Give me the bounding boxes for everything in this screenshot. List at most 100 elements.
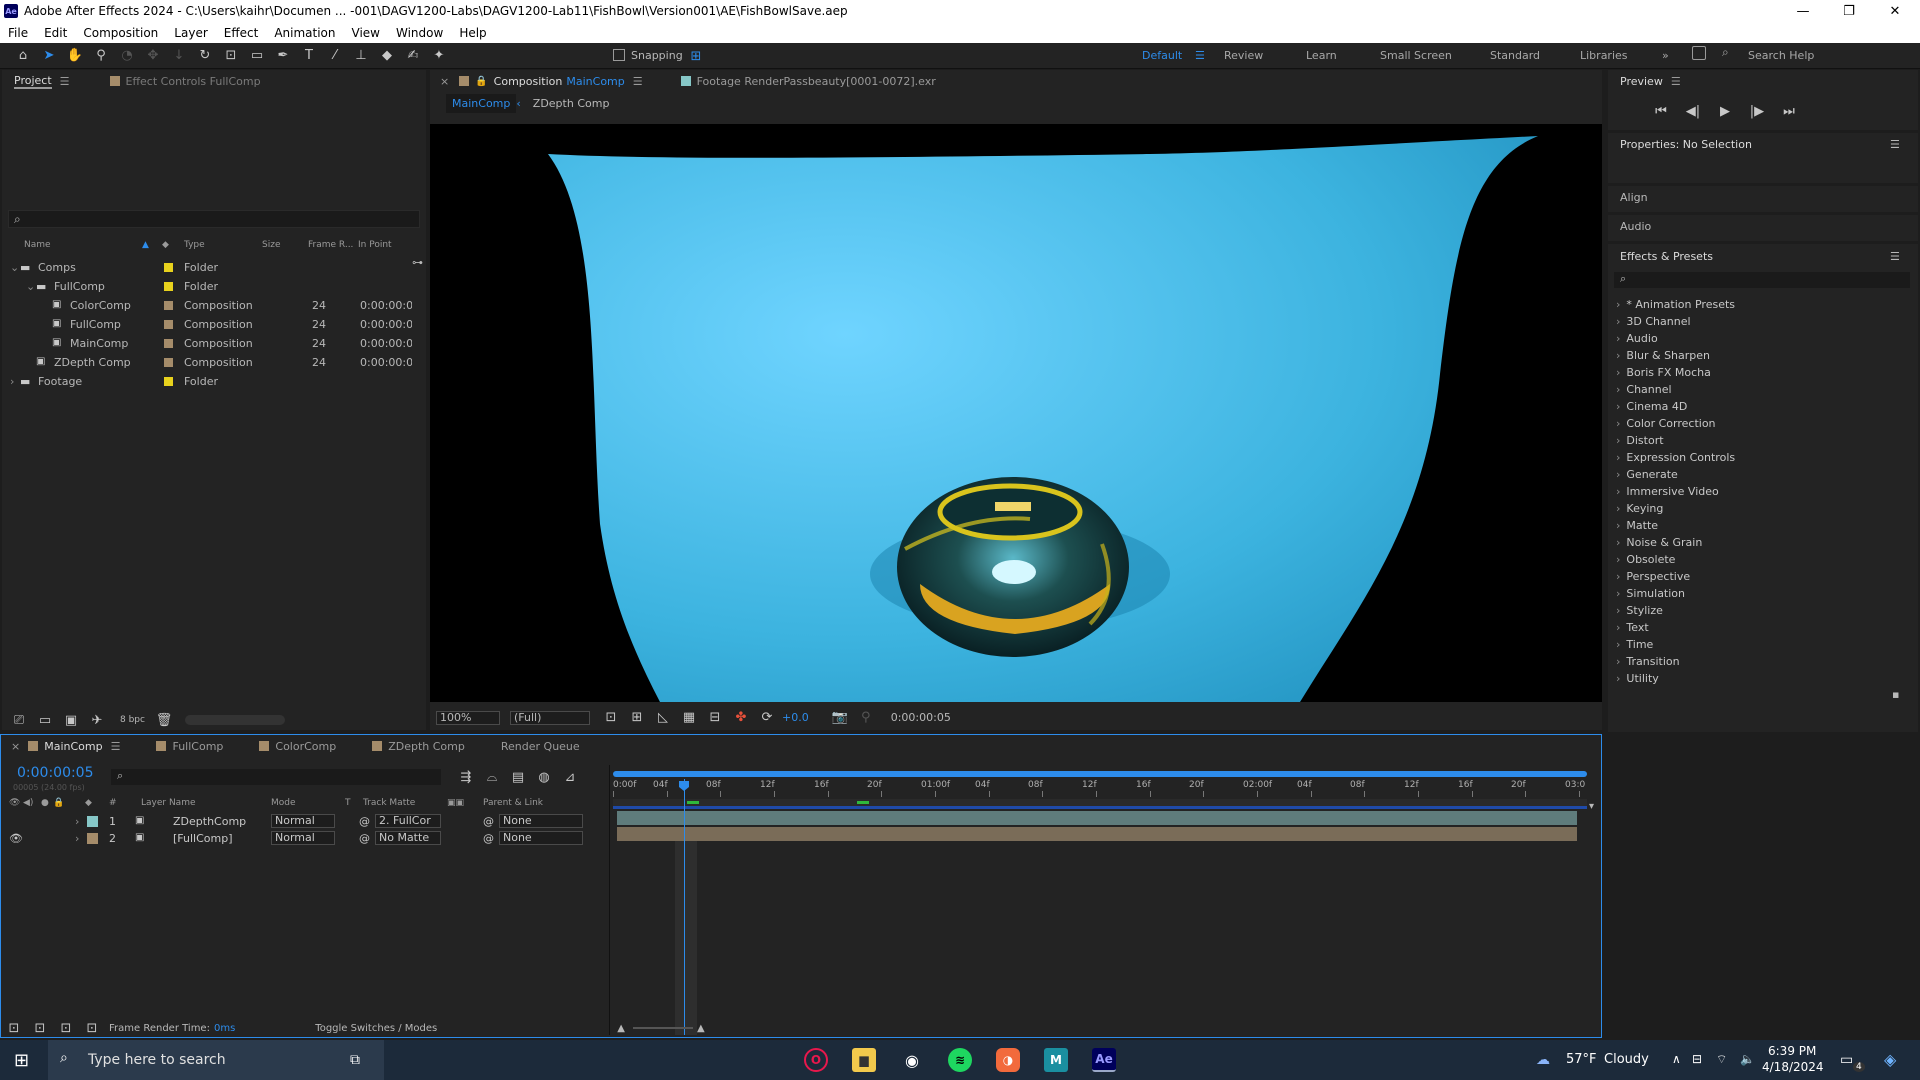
preview-menu-icon[interactable]: ☰ (1671, 75, 1681, 88)
last-frame-icon[interactable]: ⏭ (1776, 100, 1802, 122)
comp-marker-icon[interactable]: ▾ (1589, 801, 1594, 812)
col-frame-rate[interactable]: Frame R... (308, 240, 353, 250)
exposure-value[interactable]: +0.0 (782, 711, 809, 724)
workspace-default[interactable]: Default (1142, 49, 1182, 62)
viewer-timecode[interactable]: 0:00:00:05 (891, 711, 951, 724)
workspace-more-icon[interactable]: » (1662, 49, 1669, 62)
effects-category[interactable]: Time (1616, 638, 1653, 651)
menu-edit[interactable]: Edit (36, 26, 75, 40)
zoom-tool-icon[interactable]: ⚲ (88, 45, 114, 67)
parent-dropdown[interactable]: None (499, 814, 583, 828)
tab-effect-controls[interactable]: Effect Controls FullComp (126, 75, 261, 88)
graph-editor-icon[interactable]: ⊿ (557, 766, 583, 788)
search-help-input[interactable]: Search Help (1748, 49, 1814, 62)
transfer-controls-icon[interactable]: ⊡ (27, 1017, 53, 1039)
show-hidden-icons[interactable]: ∧ (1672, 1052, 1681, 1066)
fast-preview-icon[interactable]: ⊟ (702, 706, 728, 728)
parent-dropdown[interactable]: None (499, 831, 583, 845)
comp-flowchart-icon[interactable]: ⇶ (453, 766, 479, 788)
zoom-out-icon[interactable]: ▲ (617, 1023, 625, 1034)
menu-composition[interactable]: Composition (75, 26, 166, 40)
col-size[interactable]: Size (262, 240, 280, 250)
time-ruler[interactable]: 0:00f 04f 08f 12f 16f 20f 01:00f 04f 08f 12f 16f 20… (613, 777, 1587, 797)
render-time-icon[interactable]: ⊡ (79, 1017, 105, 1039)
project-item[interactable]: ▣ FullComp Composition 24 0:00:00:0 (2, 315, 422, 334)
motion-blur-icon[interactable]: ◍ (531, 766, 557, 788)
network-icon[interactable]: ⊟ (1692, 1052, 1702, 1066)
new-preset-icon[interactable]: ▪ (1892, 688, 1899, 701)
region-of-interest-icon[interactable]: ⊡ (598, 706, 624, 728)
workspace-review[interactable]: Review (1224, 49, 1263, 62)
layer-bar-fullcomp[interactable] (617, 827, 1577, 841)
blend-mode-dropdown[interactable]: Normal (271, 831, 335, 845)
menu-help[interactable]: Help (451, 26, 494, 40)
anchor-tool-icon[interactable]: ⊡ (218, 45, 244, 67)
in-out-icon[interactable]: ⊡ (53, 1017, 79, 1039)
lock-column-icon[interactable]: 🔒 (53, 798, 64, 808)
timeline-tab[interactable]: MainComp ☰ (28, 740, 120, 753)
dolly-tool-icon[interactable]: ↓ (166, 45, 192, 67)
layer-name[interactable]: [FullComp] (173, 832, 233, 845)
col-layer-name[interactable]: Layer Name (141, 798, 196, 808)
prev-frame-icon[interactable]: ◀| (1680, 100, 1706, 122)
layer-label-swatch[interactable] (87, 816, 98, 827)
effects-category[interactable]: Transition (1616, 655, 1679, 668)
solo-icon[interactable]: ● (41, 798, 49, 808)
spotify-icon[interactable]: ≋ (948, 1048, 972, 1072)
clone-stamp-tool-icon[interactable]: ⊥ (348, 45, 374, 67)
project-item[interactable]: ⌄ ▬ FullComp Folder (2, 277, 422, 296)
project-search-input[interactable]: ⌕ (8, 210, 420, 228)
snapshot-icon[interactable]: 📷 (827, 706, 853, 728)
shy-layers-icon[interactable]: ⌓ (479, 766, 505, 788)
align-panel[interactable]: Align (1608, 186, 1918, 212)
label-swatch[interactable] (164, 358, 173, 367)
track-matte-dropdown[interactable]: 2. FullCor (375, 814, 441, 828)
project-item[interactable]: ▣ MainComp Composition 24 0:00:00:0 (2, 334, 422, 353)
effects-category[interactable]: Stylize (1616, 604, 1662, 617)
task-view-icon[interactable]: ⧉ (350, 1052, 360, 1068)
wifi-icon[interactable]: ⌔ (1716, 1052, 1727, 1067)
layer-name[interactable]: ZDepthComp (173, 815, 246, 828)
effects-category[interactable]: Simulation (1616, 587, 1685, 600)
menu-window[interactable]: Window (388, 26, 451, 40)
timeline-tab[interactable]: ColorComp (259, 740, 336, 753)
flowchart-icon[interactable]: ⊶ (412, 256, 423, 269)
chevron-down-icon[interactable]: ⌄ (26, 280, 35, 293)
maya-icon[interactable]: M (1044, 1048, 1068, 1072)
type-tool-icon[interactable]: T (296, 45, 322, 67)
work-area[interactable] (613, 799, 1587, 809)
parent-pickwhip-icon[interactable]: @ (483, 815, 494, 828)
timeline-zoom-slider[interactable] (632, 1027, 693, 1029)
effects-category[interactable]: Keying (1616, 502, 1663, 515)
hand-tool-icon[interactable]: ✋ (62, 45, 88, 67)
video-switch-icon[interactable]: 👁 (9, 798, 20, 808)
rotate-tool-icon[interactable]: ↻ (192, 45, 218, 67)
comp-viewer[interactable] (430, 124, 1602, 702)
col-mode[interactable]: Mode (271, 798, 296, 808)
effects-category[interactable]: Noise & Grain (1616, 536, 1702, 549)
adjust-icon[interactable]: ✈ (84, 709, 110, 731)
workspace-panel-icon[interactable] (1692, 46, 1706, 60)
color-channel-icon[interactable]: ✤ (728, 706, 754, 728)
new-folder-icon[interactable]: ▭ (32, 709, 58, 731)
workspace-libraries[interactable]: Libraries (1580, 49, 1628, 62)
toggle-switches-modes[interactable]: Toggle Switches / Modes (315, 1023, 437, 1034)
chevron-right-icon[interactable]: › (10, 375, 14, 388)
blend-mode-dropdown[interactable]: Normal (271, 814, 335, 828)
matte-pickwhip-icon[interactable]: @ (359, 815, 370, 828)
notification-icon[interactable]: ▭ (1840, 1052, 1853, 1068)
zoom-in-icon[interactable]: ▲ (697, 1023, 705, 1034)
volume-icon[interactable]: 🔈 (1740, 1052, 1755, 1066)
steam-icon[interactable]: ◉ (900, 1048, 924, 1072)
after-effects-taskbar-icon[interactable]: Ae (1092, 1048, 1116, 1072)
effects-category[interactable]: 3D Channel (1616, 315, 1690, 328)
audio-panel[interactable]: Audio (1608, 215, 1918, 241)
effects-category[interactable]: Matte (1616, 519, 1658, 532)
workspace-menu-icon[interactable]: ☰ (1195, 49, 1205, 62)
tab-project[interactable]: Project (14, 74, 52, 89)
pen-tool-icon[interactable]: ✒ (270, 45, 296, 67)
bpc-label[interactable]: 8 bpc (120, 715, 145, 725)
project-scrollbar[interactable] (184, 715, 285, 725)
clock-time[interactable]: 6:39 PM (1768, 1044, 1816, 1058)
project-item[interactable]: ⌄ ▬ Comps Folder (2, 258, 422, 277)
